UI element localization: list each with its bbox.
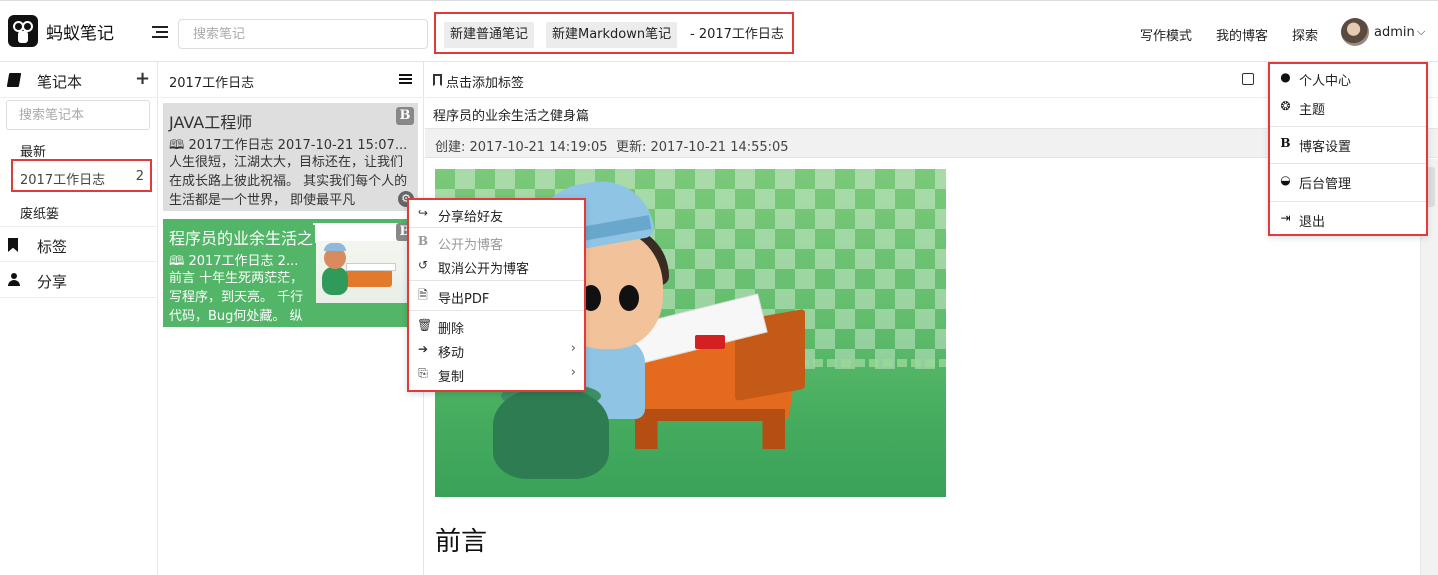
note-thumbnail	[316, 241, 414, 303]
note-list-header: 2017工作日志	[159, 62, 424, 98]
user-icon: ●	[1280, 70, 1291, 84]
sidebar-item-trash[interactable]: 废纸篓	[20, 203, 59, 222]
list-view-icon[interactable]	[399, 74, 412, 84]
note-list-title: 2017工作日志	[169, 76, 255, 91]
notebooks-label: 笔记本	[37, 73, 83, 91]
notebook-sidebar: 笔记本 + 最新 2017工作日志 2 废纸篓 标签 分享	[0, 62, 158, 575]
trash-icon: 🗑︎	[417, 318, 433, 332]
pdf-icon: 🗎︎	[418, 288, 428, 302]
note-title: JAVA工程师	[169, 113, 253, 132]
menu-item-delete[interactable]: 🗑︎ 删除	[409, 315, 584, 337]
menu-item-unpublish-blog[interactable]: ↺ 取消公开为博客	[409, 255, 584, 277]
top-bar: 蚂蚁笔记 新建普通笔记 新建Markdown笔记 - 2017工作日志 写作模式…	[0, 0, 1438, 62]
menu-item-profile[interactable]: ● 个人中心	[1270, 64, 1426, 92]
add-notebook-icon[interactable]: +	[135, 68, 150, 89]
note-title: 程序员的业余生活之	[169, 225, 316, 249]
new-note-group: 新建普通笔记 新建Markdown笔记 - 2017工作日志	[434, 12, 794, 54]
app-logo-icon[interactable]	[8, 15, 38, 47]
notebook-count: 2	[135, 169, 144, 184]
blog-settings-icon: B	[1280, 136, 1291, 150]
menu-item-blog-settings[interactable]: B 博客设置	[1270, 130, 1426, 158]
new-note-button[interactable]: 新建普通笔记	[444, 22, 535, 48]
note-desc: 人生很短，江湖太大，目标还在，让我们在成长路上彼此祝福。 其实我们每个人的生活都…	[169, 155, 408, 208]
blog-icon: B	[417, 234, 429, 248]
sidebar-item-notebook-2017[interactable]: 2017工作日志 2	[11, 159, 152, 192]
search-notebooks-input[interactable]	[6, 100, 150, 130]
note-list: 2017工作日志 JAVA工程师 B 🕮︎ 2017工作日志 2017-10-2…	[159, 62, 424, 575]
undo-icon: ↺	[417, 258, 429, 272]
add-tag-link[interactable]: 点击添加标签	[446, 72, 524, 91]
content-heading: 前言	[435, 527, 488, 557]
menu-item-export-pdf[interactable]: 🗎︎ 导出PDF	[409, 285, 584, 307]
share-header[interactable]: 分享	[0, 262, 158, 298]
user-icon	[8, 273, 20, 287]
username-dropdown[interactable]: admin	[1374, 25, 1415, 40]
note-item-java[interactable]: JAVA工程师 B 🕮︎ 2017工作日志 2017-10-21 15:07..…	[163, 103, 418, 211]
tags-header[interactable]: 标签	[0, 226, 158, 262]
menu-item-publish-blog[interactable]: B 公开为博客	[409, 231, 584, 253]
arrow-right-icon: ➔	[417, 342, 429, 356]
menu-item-move[interactable]: ➔ 移动 ›	[409, 339, 584, 361]
note-item-fitness[interactable]: 程序员的业余生活之 B 🕮︎ 2017工作日志 2... 前言 十年生死两茫茫，…	[163, 219, 418, 327]
chevron-down-icon[interactable]: ⌵	[1417, 25, 1425, 39]
blog-badge-icon: B	[396, 107, 414, 125]
explore-link[interactable]: 探索	[1292, 25, 1318, 44]
note-title-field[interactable]: 程序员的业余生活之健身篇	[433, 105, 589, 124]
tags-label: 标签	[37, 238, 68, 256]
updated-time: 更新: 2017-10-21 14:55:05	[616, 140, 789, 155]
new-markdown-note-button[interactable]: 新建Markdown笔记	[546, 22, 678, 48]
bookmark-icon	[8, 238, 18, 252]
menu-item-logout[interactable]: ⇥ 退出	[1270, 205, 1426, 233]
copy-icon: ⎘	[418, 366, 428, 380]
sidebar-toggle-icon[interactable]	[152, 26, 168, 38]
menu-item-admin[interactable]: ◒ 后台管理	[1270, 167, 1426, 195]
chevron-right-icon: ›	[570, 341, 576, 356]
dashboard-icon: ◒	[1280, 173, 1291, 187]
chevron-right-icon: ›	[570, 365, 576, 380]
writing-mode-link[interactable]: 写作模式	[1140, 25, 1192, 44]
created-time: 创建: 2017-10-21 14:19:05	[435, 140, 608, 155]
bookmark-icon	[433, 74, 442, 86]
menu-item-theme[interactable]: ❂ 主题	[1270, 93, 1426, 121]
logout-icon: ⇥	[1280, 211, 1291, 225]
note-desc: 前言 十年生死两茫茫，写程序，到天亮。 千行代码，Bug何处藏。 纵	[169, 271, 304, 324]
notebook-icon	[6, 73, 22, 87]
avatar[interactable]	[1341, 18, 1369, 46]
share-icon: ↪	[417, 206, 429, 220]
sidebar-item-recent[interactable]: 最新	[20, 141, 46, 160]
theme-icon: ❂	[1280, 99, 1291, 113]
my-blog-link[interactable]: 我的博客	[1216, 25, 1268, 44]
note-context-menu: ↪ 分享给好友 B 公开为博客 ↺ 取消公开为博客 🗎︎ 导出PDF 🗑︎ 删除…	[407, 198, 586, 392]
new-note-context-label: - 2017工作日志	[690, 27, 784, 42]
notebooks-header[interactable]: 笔记本 +	[0, 62, 158, 98]
menu-item-share[interactable]: ↪ 分享给好友	[409, 203, 584, 225]
title-overflow-mask	[313, 223, 403, 243]
menu-item-copy[interactable]: ⎘ 复制 ›	[409, 363, 584, 385]
app-name: 蚂蚁笔记	[46, 24, 114, 44]
share-label: 分享	[37, 273, 68, 291]
user-dropdown-menu: ● 个人中心 ❂ 主题 B 博客设置 ◒ 后台管理 ⇥ 退出	[1268, 62, 1428, 236]
edit-icon[interactable]	[1242, 73, 1254, 85]
search-notes-input[interactable]	[178, 19, 428, 49]
notebook-label: 2017工作日志	[20, 173, 106, 188]
